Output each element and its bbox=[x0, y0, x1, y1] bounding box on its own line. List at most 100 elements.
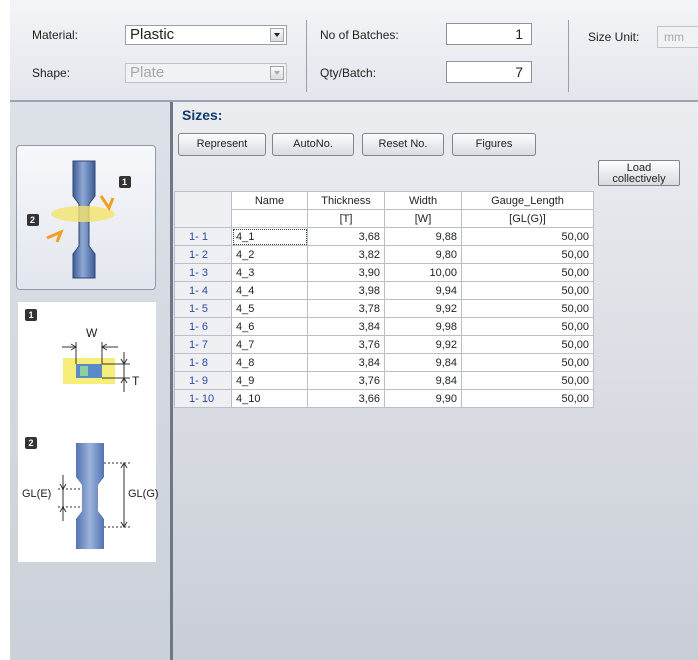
figures-button[interactable]: Figures bbox=[452, 133, 536, 156]
row-header[interactable]: 1- 1 bbox=[174, 227, 232, 246]
gauge-length-cell[interactable]: 50,00 bbox=[461, 353, 594, 372]
table-row[interactable]: 1- 6 4_6 3,84 9,98 50,00 bbox=[174, 317, 594, 336]
unit-thickness: [T] bbox=[307, 209, 385, 228]
table-row[interactable]: 1- 2 4_2 3,82 9,80 50,00 bbox=[174, 245, 594, 264]
marker-2: 2 bbox=[30, 215, 36, 225]
qty-input[interactable]: 7 bbox=[446, 61, 532, 83]
width-cell[interactable]: 9,98 bbox=[384, 317, 462, 336]
unit-gauge-length: [GL(G)] bbox=[461, 209, 594, 228]
gauge-length-cell[interactable]: 50,00 bbox=[461, 245, 594, 264]
column-header-gauge-length[interactable]: Gauge_Length bbox=[461, 191, 594, 210]
column-header-thickness[interactable]: Thickness bbox=[307, 191, 385, 210]
thickness-cell[interactable]: 3,76 bbox=[307, 335, 385, 354]
specimen-icon bbox=[27, 160, 131, 279]
thickness-cell[interactable]: 3,68 bbox=[307, 227, 385, 246]
name-cell[interactable]: 4_9 bbox=[231, 371, 308, 390]
thickness-cell[interactable]: 3,98 bbox=[307, 281, 385, 300]
table-row[interactable]: 1- 7 4_7 3,76 9,92 50,00 bbox=[174, 335, 594, 354]
gauge-length-cell[interactable]: 50,00 bbox=[461, 263, 594, 282]
unit-width: [W] bbox=[384, 209, 462, 228]
width-cell[interactable]: 9,92 bbox=[384, 299, 462, 318]
sizes-table: Name Thickness Width Gauge_Length [T] [W… bbox=[174, 191, 594, 408]
row-header[interactable]: 1- 10 bbox=[174, 389, 232, 408]
name-cell[interactable]: 4_4 bbox=[231, 281, 308, 300]
row-header[interactable]: 1- 8 bbox=[174, 353, 232, 372]
collectively-label: collectively bbox=[612, 173, 666, 185]
glg-label: GL(G) bbox=[128, 488, 159, 500]
specimen-illustration: 1 2 bbox=[16, 145, 156, 290]
unit-name bbox=[231, 209, 308, 228]
table-row[interactable]: 1- 9 4_9 3,76 9,84 50,00 bbox=[174, 371, 594, 390]
name-cell[interactable]: 4_8 bbox=[231, 353, 308, 372]
thickness-cell[interactable]: 3,84 bbox=[307, 317, 385, 336]
divider bbox=[568, 20, 569, 92]
chevron-down-icon[interactable] bbox=[270, 28, 284, 42]
batches-input[interactable]: 1 bbox=[446, 23, 532, 45]
shape-label: Shape: bbox=[32, 66, 71, 80]
material-label: Material: bbox=[32, 28, 79, 42]
name-cell[interactable]: 4_10 bbox=[231, 389, 308, 408]
thickness-cell[interactable]: 3,76 bbox=[307, 371, 385, 390]
table-row[interactable]: 1- 10 4_10 3,66 9,90 50,00 bbox=[174, 389, 594, 408]
width-cell[interactable]: 9,88 bbox=[384, 227, 462, 246]
size-unit-select[interactable]: mm bbox=[657, 26, 698, 48]
shape-select[interactable]: Plate bbox=[125, 63, 287, 83]
thickness-cell[interactable]: 3,84 bbox=[307, 353, 385, 372]
thickness-cell[interactable]: 3,82 bbox=[307, 245, 385, 264]
row-header[interactable]: 1- 3 bbox=[174, 263, 232, 282]
table-row[interactable]: 1- 1 4_1 3,68 9,88 50,00 bbox=[174, 227, 594, 246]
represent-button[interactable]: Represent bbox=[178, 133, 266, 156]
name-cell[interactable]: 4_7 bbox=[231, 335, 308, 354]
thickness-cell[interactable]: 3,90 bbox=[307, 263, 385, 282]
material-select[interactable]: Plastic bbox=[125, 25, 287, 45]
name-cell[interactable]: 4_6 bbox=[231, 317, 308, 336]
chevron-down-icon[interactable] bbox=[270, 66, 284, 80]
table-row[interactable]: 1- 5 4_5 3,78 9,92 50,00 bbox=[174, 299, 594, 318]
row-header[interactable]: 1- 2 bbox=[174, 245, 232, 264]
gauge-length-cell[interactable]: 50,00 bbox=[461, 227, 594, 246]
width-cell[interactable]: 9,80 bbox=[384, 245, 462, 264]
row-header[interactable]: 1- 4 bbox=[174, 281, 232, 300]
thickness-cell[interactable]: 3,78 bbox=[307, 299, 385, 318]
shape-value: Plate bbox=[130, 64, 165, 81]
row-header[interactable]: 1- 7 bbox=[174, 335, 232, 354]
cross-section-diagram bbox=[62, 342, 130, 392]
corner-cell bbox=[174, 191, 232, 228]
width-cell[interactable]: 9,90 bbox=[384, 389, 462, 408]
name-cell[interactable]: 4_3 bbox=[231, 263, 308, 282]
width-cell[interactable]: 10,00 bbox=[384, 263, 462, 282]
width-cell[interactable]: 9,94 bbox=[384, 281, 462, 300]
marker-1: 1 bbox=[122, 177, 128, 187]
gauge-length-cell[interactable]: 50,00 bbox=[461, 335, 594, 354]
gauge-length-cell[interactable]: 50,00 bbox=[461, 389, 594, 408]
t-label: T bbox=[132, 374, 140, 388]
autono-button[interactable]: AutoNo. bbox=[272, 133, 354, 156]
table-row[interactable]: 1- 3 4_3 3,90 10,00 50,00 bbox=[174, 263, 594, 282]
thickness-cell[interactable]: 3,66 bbox=[307, 389, 385, 408]
batches-label: No of Batches: bbox=[320, 28, 399, 42]
gauge-length-cell[interactable]: 50,00 bbox=[461, 281, 594, 300]
dimension-diagrams: 1 W T 2 GL(E) GL(G) bbox=[18, 302, 159, 562]
size-unit-label: Size Unit: bbox=[588, 30, 640, 44]
w-label: W bbox=[86, 326, 98, 340]
load-collectively-button[interactable]: Load collectively bbox=[598, 160, 680, 186]
name-cell[interactable]: 4_1 bbox=[231, 227, 308, 246]
gauge-length-cell[interactable]: 50,00 bbox=[461, 317, 594, 336]
name-cell[interactable]: 4_2 bbox=[231, 245, 308, 264]
reset-no-button[interactable]: Reset No. bbox=[362, 133, 444, 156]
width-cell[interactable]: 9,92 bbox=[384, 335, 462, 354]
gauge-length-cell[interactable]: 50,00 bbox=[461, 299, 594, 318]
sizes-title: Sizes: bbox=[182, 107, 223, 123]
column-header-name[interactable]: Name bbox=[231, 191, 308, 210]
table-row[interactable]: 1- 8 4_8 3,84 9,84 50,00 bbox=[174, 353, 594, 372]
gauge-length-cell[interactable]: 50,00 bbox=[461, 371, 594, 390]
width-cell[interactable]: 9,84 bbox=[384, 353, 462, 372]
name-cell[interactable]: 4_5 bbox=[231, 299, 308, 318]
table-row[interactable]: 1- 4 4_4 3,98 9,94 50,00 bbox=[174, 281, 594, 300]
width-cell[interactable]: 9,84 bbox=[384, 371, 462, 390]
gle-label: GL(E) bbox=[22, 488, 52, 500]
row-header[interactable]: 1- 9 bbox=[174, 371, 232, 390]
row-header[interactable]: 1- 6 bbox=[174, 317, 232, 336]
row-header[interactable]: 1- 5 bbox=[174, 299, 232, 318]
column-header-width[interactable]: Width bbox=[384, 191, 462, 210]
